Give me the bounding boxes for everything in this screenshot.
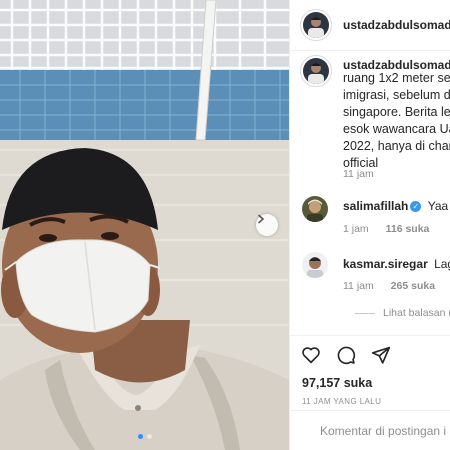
next-photo-button[interactable] [256,214,278,236]
comment-icon [337,346,356,365]
like-button[interactable] [300,344,322,366]
view-replies-label[interactable]: Lihat balasan (2 [383,307,450,319]
header-divider [290,50,450,51]
comment-text: Lagi c [434,257,450,271]
share-icon [371,346,391,364]
comment-username-text[interactable]: salimafillah [343,199,408,213]
caption-time: 11 jam [343,168,374,180]
commenter-avatar[interactable] [302,196,328,222]
verified-badge-icon: ✓ [410,201,422,213]
author-username[interactable]: ustadzabdulsomad_ [343,18,450,32]
comment-button[interactable] [335,344,357,366]
comment-time: 11 jam [343,280,374,292]
comment-likes[interactable]: 116 suka [386,223,430,235]
share-button[interactable] [370,344,392,366]
carousel-dot-active [137,434,143,439]
post-photo[interactable] [0,0,289,450]
selfie-photo [0,0,289,450]
comment-username[interactable]: salimafillah✓ Yaa R [343,199,450,213]
caption-text: ruang 1x2 meter sep imigrasi, sebelum di… [343,70,450,172]
comment-meta: 11 jam 265 suka [343,280,435,292]
carousel-indicator [0,434,289,439]
comment-input[interactable]: Komentar di postingan i [320,424,446,438]
actions-divider [290,335,450,336]
caption-line: 2022, hanya di chann [343,139,450,153]
comment-time: 1 jam [343,223,369,235]
comment-username-text[interactable]: kasmar.siregar [343,257,428,271]
caption-line: imigrasi, sebelum di [343,88,450,102]
comment-likes[interactable]: 265 suka [391,280,435,292]
caption-line: ruang 1x2 meter sep [343,71,450,85]
author-avatar[interactable] [303,12,329,38]
heart-icon [302,347,320,364]
comment-text: Yaa R [427,199,450,213]
view-replies[interactable]: Lihat balasan (2 [355,307,450,319]
post-sidebar: ustadzabdulsomad_ ustadzabdulsomad_ ruan… [289,0,450,450]
comment-meta: 1 jam 116 suka [343,223,429,235]
comment-username[interactable]: kasmar.siregar Lagi c [343,257,450,271]
likes-count[interactable]: 97,157 suka [302,376,372,390]
caption-line: esok wawancara Uas [343,122,450,136]
caption-line: singapore. Berita len [343,105,450,119]
post-timestamp: 11 JAM YANG LALU [302,397,382,406]
chevron-right-icon [258,214,265,224]
reply-line [355,312,375,314]
comment-divider [290,410,450,411]
carousel-dot [146,434,152,439]
caption-avatar[interactable] [303,58,329,84]
commenter-avatar[interactable] [302,252,328,278]
